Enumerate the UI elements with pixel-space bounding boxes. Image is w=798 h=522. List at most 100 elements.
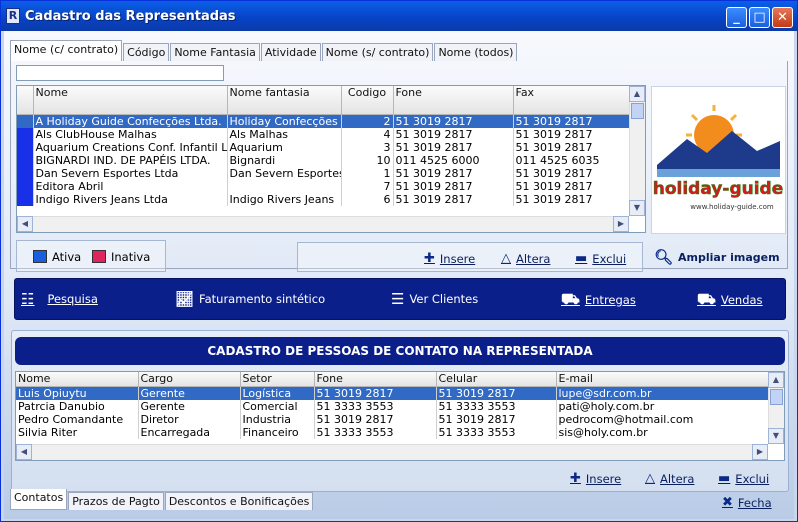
contacts-scroll-thumb[interactable] [770,389,783,405]
scroll-up-icon[interactable]: ▲ [629,86,645,102]
fecha-button[interactable]: ✖ Fecha [722,495,772,510]
contacts-scroll-right-icon[interactable]: ▶ [752,444,768,460]
exclui-button[interactable]: ▬ Exclui [575,251,626,266]
representadas-grid[interactable]: Nome Nome fantasia Codigo Fone Fax A Hol… [16,85,646,233]
contact-row[interactable]: Silvia Riter Encarregada Financeiro 51 3333… [16,425,769,439]
table-cell: 51 3019 2817 [513,127,632,141]
magnifier-icon: 🔍︎ [654,248,674,266]
contato-exclui-button[interactable]: ▬ Exclui [718,471,769,486]
contact-cell: 51 3019 2817 [314,386,437,400]
row-indicator[interactable] [17,114,34,128]
row-indicator[interactable] [17,192,34,206]
contact-cell: 51 3333 3553 [314,399,437,413]
col-fone[interactable]: Fone [393,86,514,115]
tab-nome-s-contrato[interactable]: Nome (s/ contrato) [321,43,434,61]
col-fax[interactable]: Fax [513,86,632,115]
scroll-right-icon[interactable]: ▶ [613,216,629,232]
ampliar-label: Ampliar imagem [678,250,780,264]
pesquisa-button[interactable]: ☷ Pesquisa [21,290,98,308]
contacts-scroll-up-icon[interactable]: ▲ [768,372,784,388]
title-bar[interactable]: R Cadastro das Representadas _ □ ✕ [1,1,797,31]
tab-descontos[interactable]: Descontos e Bonificações [164,492,314,510]
status-legend: Ativa Inativa [16,240,166,272]
tab-nome-c-contrato[interactable]: Nome (c/ contrato) [10,40,123,61]
altera-button[interactable]: △ Altera [501,251,550,266]
faturamento-button[interactable]: 📈︎ Faturamento sintético [175,290,325,308]
contato-insere-button[interactable]: ✚ Insere [570,471,621,486]
tab-contatos[interactable]: Contatos [10,489,68,510]
ampliar-imagem-button[interactable]: 🔍︎ Ampliar imagem [654,248,780,266]
contact-cell: sis@holy.com.br [556,425,769,439]
vertical-scrollbar[interactable]: ▲ ▼ [629,86,645,216]
table-row[interactable]: A Holiday Guide Confecções Ltda. Holiday … [17,114,632,128]
contact-cell: Financeiro [240,425,315,439]
minus-icon: ▬ [575,251,588,266]
tab-prazos-pagto[interactable]: Prazos de Pagto [68,492,164,510]
contact-row[interactable]: Luis Opiuytu Gerente Logística 51 3019 2817… [16,386,769,400]
contact-cell: 51 3019 2817 [436,386,557,400]
table-cell: Dan Severn Esportes Ltda [33,166,228,180]
close-button[interactable]: ✕ [772,7,793,28]
contact-cell: pati@holy.com.br [556,399,769,413]
entregas-button[interactable]: ⛟ Entregas [561,290,636,310]
contacts-vertical-scrollbar[interactable]: ▲ ▼ [768,372,784,444]
col-setor[interactable]: Setor [240,372,315,387]
contact-cell: 51 3019 2817 [436,412,557,426]
table-cell: BIGNARDI IND. DE PAPÉIS LTDA. [33,153,228,167]
table-cell: 51 3019 2817 [393,140,514,154]
contato-altera-button[interactable]: △ Altera [645,471,694,486]
contact-row[interactable]: Pedro Comandante Diretor Industria 51 3019 … [16,412,769,426]
col-email[interactable]: E-mail [556,372,769,387]
col-cargo[interactable]: Cargo [138,372,241,387]
table-row[interactable]: Indigo Rivers Jeans Ltda Indigo Rivers Je… [17,192,632,206]
row-indicator[interactable] [17,166,34,180]
col-celular[interactable]: Celular [436,372,557,387]
table-row[interactable]: BIGNARDI IND. DE PAPÉIS LTDA. Bignardi 10 0… [17,153,632,167]
table-cell: 51 3019 2817 [513,166,632,180]
col-nome-fantasia[interactable]: Nome fantasia [227,86,342,115]
horizontal-scrollbar[interactable]: ◀ ▶ [17,216,629,232]
contacts-scroll-left-icon[interactable]: ◀ [16,444,32,460]
search-input[interactable] [16,65,224,81]
inativa-swatch [92,250,106,263]
vendas-button[interactable]: ⛟ Vendas [697,290,763,310]
row-indicator[interactable] [17,153,34,167]
scroll-down-icon[interactable]: ▼ [629,200,645,216]
ver-clientes-button[interactable]: ☰ Ver Clientes [391,290,478,308]
minimize-button[interactable]: _ [726,7,747,28]
scroll-thumb[interactable] [631,103,644,119]
table-cell: 011 4525 6035 [513,153,632,167]
table-cell: Aquarium [227,140,342,154]
company-logo: holiday-guide www.holiday-guide.com [651,86,786,234]
tab-nome-fantasia[interactable]: Nome Fantasia [170,43,260,61]
tab-nome-todos[interactable]: Nome (todos) [434,43,518,61]
contact-cell: Gerente [138,399,241,413]
row-indicator[interactable] [17,179,34,193]
maximize-button[interactable]: □ [749,7,770,28]
table-cell: 011 4525 6000 [393,153,514,167]
col-nome[interactable]: Nome [33,86,228,115]
table-cell: 51 3019 2817 [513,114,632,128]
contact-cell: pedrocom@hotmail.com [556,412,769,426]
contact-row[interactable]: Patrcia Danubio Gerente Comercial 51 3333 3… [16,399,769,413]
row-indicator[interactable] [17,140,34,154]
insere-button[interactable]: ✚ Insere [424,251,475,266]
table-row[interactable]: Aquarium Creations Conf. Infantil Ltda Aq… [17,140,632,154]
table-row[interactable]: Dan Severn Esportes Ltda Dan Severn Espor… [17,166,632,180]
tab-codigo[interactable]: Código [123,43,170,61]
contacts-scroll-down-icon[interactable]: ▼ [768,428,784,444]
table-cell: A Holiday Guide Confecções Ltda. [33,114,228,128]
table-row[interactable]: Editora Abril 7 51 3019 2817 51 3019 2817 [17,179,632,193]
table-cell: 3 [341,140,394,154]
contacts-horizontal-scrollbar[interactable]: ◀ ▶ [16,444,768,460]
scroll-left-icon[interactable]: ◀ [17,216,33,232]
row-indicator[interactable] [17,127,34,141]
col-contato-fone[interactable]: Fone [314,372,437,387]
tab-atividade[interactable]: Atividade [260,43,321,61]
col-codigo[interactable]: Codigo [341,86,394,115]
truck-icon: ⛟ [561,290,580,308]
table-cell: Als ClubHouse Malhas [33,127,228,141]
contacts-grid[interactable]: Nome Cargo Setor Fone Celular E-mail Lui… [15,371,785,461]
table-row[interactable]: Als ClubHouse Malhas Als Malhas 4 51 3019 2… [17,127,632,141]
col-contato-nome[interactable]: Nome [16,372,139,387]
